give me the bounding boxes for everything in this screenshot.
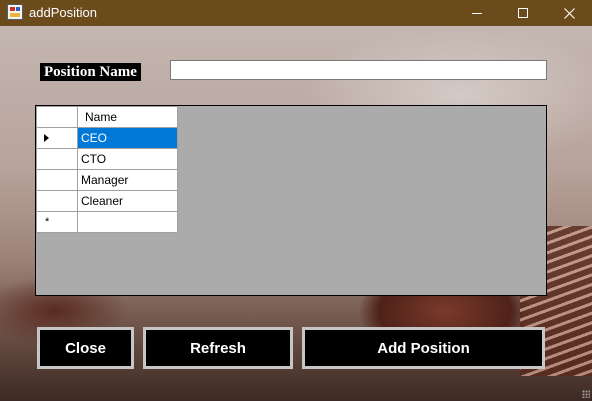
row-header[interactable] (36, 148, 78, 170)
column-header-name[interactable]: Name (77, 106, 178, 128)
close-button[interactable]: Close (37, 327, 134, 369)
grid-cell-name[interactable]: Manager (77, 169, 178, 191)
title-bar[interactable]: addPosition (0, 0, 592, 26)
close-window-button[interactable] (546, 0, 592, 26)
table-row[interactable]: Manager (36, 169, 178, 191)
maximize-icon (517, 7, 528, 18)
grid-cell-name[interactable]: CTO (77, 148, 178, 170)
new-row-asterisk-icon: * (45, 216, 50, 228)
position-name-input[interactable] (170, 60, 547, 80)
grid-cell-name[interactable]: CEO (77, 127, 178, 149)
position-name-label: Position Name (40, 63, 141, 81)
table-row[interactable]: CEO (36, 127, 178, 149)
grid-cell-name[interactable]: Cleaner (77, 190, 178, 212)
table-row[interactable]: Cleaner (36, 190, 178, 212)
close-icon (563, 7, 575, 19)
grid-header-row: Name (36, 106, 178, 128)
form-client-area: Position Name Name CEO CTO Manager Clean (0, 26, 592, 401)
row-header[interactable] (36, 169, 78, 191)
refresh-button[interactable]: Refresh (143, 327, 293, 369)
minimize-button[interactable] (454, 0, 500, 26)
resize-grip-icon[interactable] (582, 390, 590, 398)
positions-table: Name CEO CTO Manager Cleaner * (36, 106, 178, 233)
new-row[interactable]: * (36, 211, 178, 233)
current-row-arrow-icon (44, 134, 49, 142)
minimize-icon (471, 12, 482, 14)
table-row[interactable]: CTO (36, 148, 178, 170)
positions-grid[interactable]: Name CEO CTO Manager Cleaner * (35, 105, 547, 296)
row-header[interactable] (36, 127, 78, 149)
maximize-button[interactable] (500, 0, 546, 26)
row-header-corner[interactable] (36, 106, 78, 128)
grid-cell-new[interactable] (77, 211, 178, 233)
row-header[interactable] (36, 190, 78, 212)
app-icon[interactable] (7, 4, 23, 20)
add-position-button[interactable]: Add Position (302, 327, 545, 369)
row-header[interactable]: * (36, 211, 78, 233)
window-title: addPosition (29, 5, 97, 20)
